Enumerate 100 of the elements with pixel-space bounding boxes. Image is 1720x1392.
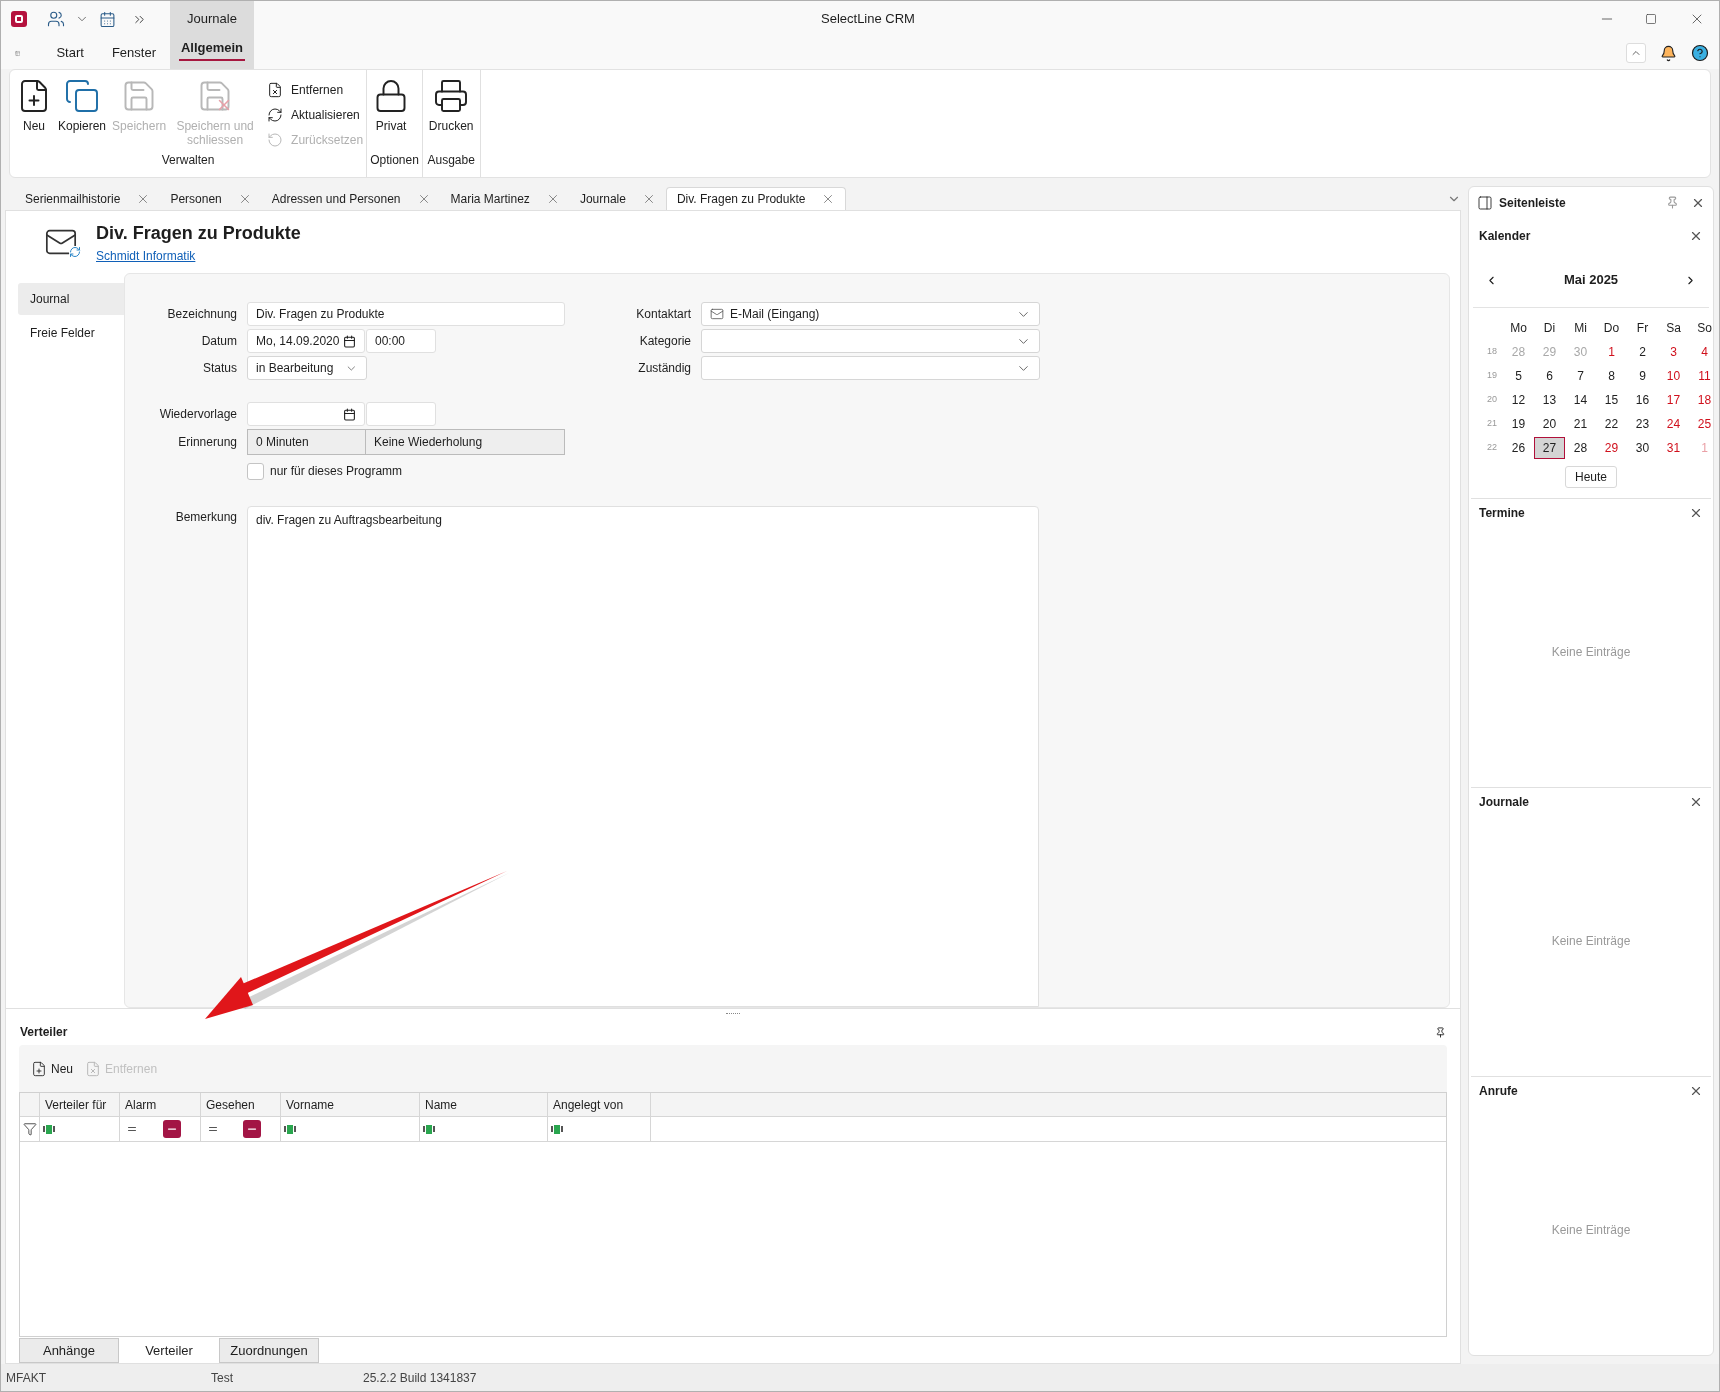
calendar-day[interactable]: 14 xyxy=(1565,389,1596,411)
date-field[interactable] xyxy=(247,402,365,426)
ribbon-button[interactable]: Entfernen xyxy=(267,79,364,100)
calendar-day[interactable]: 24 xyxy=(1658,413,1689,435)
document-tab[interactable]: Maria Martinez xyxy=(440,187,570,210)
dropdown[interactable]: in Bearbeitung xyxy=(247,356,367,380)
calendar-day[interactable]: 11 xyxy=(1689,365,1719,387)
pin-icon[interactable] xyxy=(1435,1026,1446,1038)
nav-item[interactable]: Freie Felder xyxy=(18,317,124,349)
calendar-day[interactable]: 27 xyxy=(1534,437,1565,459)
weekday-label: Sa xyxy=(1665,320,1682,337)
column-header[interactable]: Angelegt von xyxy=(548,1093,651,1116)
text-filter-icon[interactable] xyxy=(284,1124,296,1134)
document-tab[interactable]: Adressen und Personen xyxy=(261,187,441,210)
calendar-day[interactable]: 5 xyxy=(1503,365,1534,387)
bottom-tab[interactable]: Anhänge xyxy=(19,1338,119,1363)
weekday-label: Fr xyxy=(1635,320,1650,337)
ribbon-button[interactable]: Drucken xyxy=(425,78,477,151)
calendar-day[interactable]: 4 xyxy=(1689,341,1719,363)
text-field[interactable]: Div. Fragen zu Produkte xyxy=(247,302,565,326)
date-field[interactable]: Mo, 14.09.2020 xyxy=(247,329,365,353)
calendar-day[interactable]: 10 xyxy=(1658,365,1689,387)
field-label: Erinnerung xyxy=(177,434,237,451)
app-logo-icon xyxy=(11,11,27,27)
week-number: 20 xyxy=(1486,393,1498,407)
calendar-day[interactable]: 31 xyxy=(1658,437,1689,459)
time-field[interactable] xyxy=(366,402,436,426)
calendar-day[interactable]: 6 xyxy=(1534,365,1565,387)
toolbar-button[interactable]: Neu xyxy=(31,1059,73,1078)
calendar-day[interactable]: 7 xyxy=(1565,365,1596,387)
calendar-day[interactable]: 12 xyxy=(1503,389,1534,411)
ribbon-button[interactable]: Aktualisieren xyxy=(267,104,364,125)
calendar-day[interactable]: 15 xyxy=(1596,389,1627,411)
ribbon-button[interactable]: Neu xyxy=(13,78,55,151)
column-header[interactable]: Name xyxy=(420,1093,548,1116)
calendar-day[interactable]: 3 xyxy=(1658,341,1689,363)
field-label: Bemerkung xyxy=(174,509,237,526)
calendar-day[interactable]: 21 xyxy=(1565,413,1596,435)
calendar-day[interactable]: 13 xyxy=(1534,389,1565,411)
calendar-day[interactable]: 17 xyxy=(1658,389,1689,411)
calendar-day[interactable]: 23 xyxy=(1627,413,1658,435)
menu-tab[interactable]: Fenster xyxy=(97,37,170,69)
column-header[interactable]: Gesehen xyxy=(201,1093,281,1116)
text-filter-icon[interactable] xyxy=(551,1124,563,1134)
calendar-day[interactable]: 18 xyxy=(1689,389,1719,411)
calendar-day[interactable]: 16 xyxy=(1627,389,1658,411)
week-number: 19 xyxy=(1486,369,1498,383)
calendar-day[interactable]: 25 xyxy=(1689,413,1719,435)
close-icon[interactable] xyxy=(1689,506,1703,520)
column-header[interactable]: Alarm xyxy=(120,1093,201,1116)
calendar-day[interactable]: 20 xyxy=(1534,413,1565,435)
calendar-day[interactable]: 8 xyxy=(1596,365,1627,387)
text-filter-icon[interactable] xyxy=(43,1124,55,1134)
close-icon[interactable] xyxy=(1689,1084,1703,1098)
column-header[interactable]: Verteiler für xyxy=(40,1093,120,1116)
close-icon[interactable] xyxy=(1689,795,1703,809)
field-label: Kategorie xyxy=(638,333,691,350)
document-tab[interactable]: Journale xyxy=(569,187,666,210)
calendar-day[interactable]: 2 xyxy=(1627,341,1658,363)
week-number: 18 xyxy=(1486,345,1498,359)
document-tab[interactable]: Personen xyxy=(160,187,262,210)
menu-tab[interactable]: Start xyxy=(42,37,98,69)
nav-item[interactable]: Journal xyxy=(18,283,124,315)
calendar-day[interactable]: 30 xyxy=(1627,437,1658,459)
document-tab[interactable]: Div. Fragen zu Produkte xyxy=(665,187,847,210)
calendar-day[interactable]: 28 xyxy=(1565,437,1596,459)
weekday-label: Do xyxy=(1602,320,1621,337)
ribbon-button[interactable]: Kopieren xyxy=(55,78,110,151)
dropdown[interactable]: E-Mail (Eingang) xyxy=(701,302,1040,326)
weekday-label: Di xyxy=(1542,320,1557,337)
document-tab[interactable]: Serienmailhistorie xyxy=(15,187,161,210)
calendar-icon[interactable] xyxy=(99,10,116,28)
ribbon-group-label: Verwalten xyxy=(161,152,215,169)
filter-toggle[interactable] xyxy=(243,1120,261,1138)
maximize-icon[interactable] xyxy=(1645,13,1657,25)
calendar-day[interactable]: 1 xyxy=(1596,341,1627,363)
calendar-day[interactable]: 9 xyxy=(1627,365,1658,387)
time-field[interactable]: 00:00 xyxy=(366,329,436,353)
help-icon[interactable] xyxy=(1691,44,1709,62)
remark-textarea[interactable]: div. Fragen zu Auftragsbearbeitung xyxy=(247,506,1039,1007)
text-filter-icon[interactable] xyxy=(423,1124,435,1134)
ribbon-button[interactable]: Privat xyxy=(370,78,413,151)
field-label: Zuständig xyxy=(637,360,691,377)
calendar-day[interactable]: 26 xyxy=(1503,437,1534,459)
calendar-icon xyxy=(343,334,356,348)
bottom-tab[interactable]: Zuordnungen xyxy=(219,1338,319,1363)
company-link[interactable]: Schmidt Informatik xyxy=(96,246,301,265)
checkbox[interactable] xyxy=(247,462,264,480)
menu-tab[interactable]: Allgemein xyxy=(178,37,246,61)
calendar-day[interactable]: 19 xyxy=(1503,413,1534,435)
month-label: Mai 2025 xyxy=(1562,271,1620,290)
people-icon[interactable] xyxy=(47,10,65,28)
filter-toggle[interactable] xyxy=(163,1120,181,1138)
calendar-day[interactable]: 29 xyxy=(1596,437,1627,459)
bell-icon[interactable] xyxy=(1660,44,1677,62)
column-header[interactable]: Vorname xyxy=(281,1093,420,1116)
week-number: 22 xyxy=(1486,441,1498,455)
today-button[interactable]: Heute xyxy=(1565,466,1617,488)
sidebar-icon xyxy=(1477,194,1493,211)
calendar-day[interactable]: 22 xyxy=(1596,413,1627,435)
